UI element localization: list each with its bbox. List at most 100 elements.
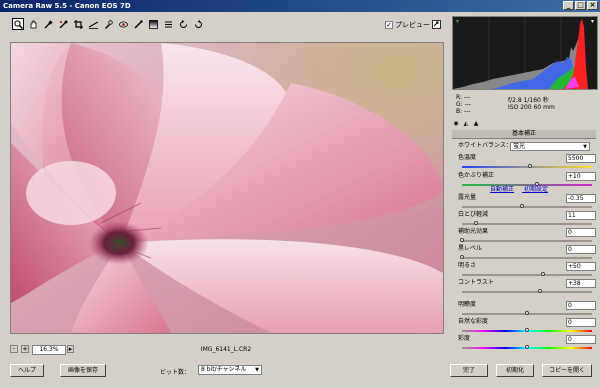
tab-basic-icon[interactable]: ◉ <box>452 120 460 128</box>
vibrance-slider-thumb[interactable] <box>525 328 529 332</box>
brightness-slider-thumb[interactable] <box>540 272 545 276</box>
depth-select[interactable]: 8 bit/チャンネル ▼ <box>198 365 262 375</box>
brightness-input[interactable]: +50 <box>566 262 596 271</box>
image-preview[interactable] <box>10 42 444 334</box>
blacks-label: 黒レベル <box>458 245 483 252</box>
tab-tone-curve-icon[interactable]: ◭ <box>462 120 470 128</box>
brightness-label: 明るさ <box>458 262 477 269</box>
depth-value: 8 bit/チャンネル <box>201 366 247 373</box>
clarity-slider-thumb[interactable] <box>525 311 529 315</box>
temp-slider[interactable] <box>462 164 592 168</box>
window-title: Camera Raw 5.5 - Canon EOS 7D <box>3 2 131 10</box>
auto-link[interactable]: 自動補正 <box>490 186 514 193</box>
file-name: IMG_6141_L.CR2 <box>200 346 252 353</box>
chevron-down-icon: ▼ <box>255 367 259 373</box>
recovery-slider[interactable] <box>462 221 592 225</box>
tint-label: 色かぶり補正 <box>458 172 495 179</box>
tint-input[interactable]: +10 <box>566 172 596 181</box>
recovery-input[interactable]: 11 <box>566 211 596 220</box>
panel-title: 基本補正 <box>452 130 596 139</box>
recovery-slider-thumb[interactable] <box>474 221 479 225</box>
blacks-input[interactable]: 0 <box>566 245 596 254</box>
maximize-button[interactable]: □ <box>575 1 586 10</box>
contrast-slider-thumb[interactable] <box>538 289 542 293</box>
fill-slider-thumb[interactable] <box>460 238 464 242</box>
iso-focal: ISO 200 60 mm <box>508 104 555 111</box>
temp-label: 色温度 <box>458 154 477 161</box>
contrast-input[interactable]: +38 <box>566 279 596 288</box>
help-button[interactable]: ヘルプ <box>10 364 44 377</box>
fill-label: 補助光効果 <box>458 228 489 235</box>
r-label: R: <box>456 94 463 101</box>
panel-tabs: ◉ ◭ ▲ <box>452 120 596 130</box>
open-copy-button[interactable]: コピーを開く <box>542 364 592 377</box>
vibrance-slider[interactable] <box>462 328 592 332</box>
adjustment-brush-icon[interactable] <box>132 18 144 30</box>
chevron-down-icon: ▼ <box>583 144 587 150</box>
wb-label: ホワイトバランス： <box>458 142 512 149</box>
exposure-input[interactable]: -0.35 <box>566 194 596 203</box>
wb-value: 蛍光 <box>513 143 526 150</box>
histogram <box>452 16 598 90</box>
rotate-ccw-icon[interactable] <box>177 18 189 30</box>
vibrance-input[interactable]: 0 <box>566 318 596 327</box>
aperture-shutter: f/2.8 1/160 秒 <box>508 97 549 104</box>
wb-select[interactable]: 蛍光 ▼ <box>510 142 590 151</box>
graduated-filter-icon[interactable] <box>147 18 159 30</box>
saturation-input[interactable]: 0 <box>566 335 596 344</box>
zoom-icon[interactable] <box>12 18 24 30</box>
default-link[interactable]: 初期設定 <box>524 186 548 193</box>
contrast-slider[interactable] <box>462 289 592 293</box>
eyedropper-icon[interactable] <box>42 18 54 30</box>
preview-label: プレビュー <box>395 21 430 29</box>
blacks-slider-thumb[interactable] <box>460 255 464 259</box>
right-panel: R: --- G: --- B: --- f/2.8 1/160 秒 ISO 2… <box>450 16 598 356</box>
clarity-label: 明瞭度 <box>458 301 477 308</box>
fullscreen-icon[interactable] <box>430 18 442 30</box>
exposure-slider-thumb[interactable] <box>519 204 524 208</box>
minimize-button[interactable]: _ <box>563 1 574 10</box>
preview-status-bar: - + 16.3% ▸ IMG_6141_L.CR2 <box>10 344 442 356</box>
fill-slider[interactable] <box>460 238 592 242</box>
vibrance-label: 自然な彩度 <box>458 318 489 325</box>
bottom-bar: ヘルプ 画像を保存 ビット数： 8 bit/チャンネル ▼ 完了 初期化 コピー… <box>0 360 600 388</box>
clarity-input[interactable]: 0 <box>566 301 596 310</box>
blacks-slider[interactable] <box>460 255 592 259</box>
saturation-label: 彩度 <box>458 335 471 342</box>
auto-links: 自動補正 初期設定 <box>490 184 556 193</box>
exposure-slider[interactable] <box>462 204 592 208</box>
done-button[interactable]: 完了 <box>450 364 488 377</box>
temp-input[interactable]: 5500 <box>566 154 596 163</box>
r-value: --- <box>463 94 471 101</box>
straighten-icon[interactable] <box>87 18 99 30</box>
temp-slider-thumb[interactable] <box>527 164 532 168</box>
hand-icon[interactable] <box>27 18 39 30</box>
color-sampler-icon[interactable] <box>57 18 69 30</box>
toolbar <box>0 16 448 32</box>
highlight-clipping-icon <box>591 20 594 23</box>
b-value: --- <box>464 108 471 115</box>
redeye-icon[interactable] <box>117 18 129 30</box>
g-value: --- <box>464 101 472 108</box>
saturation-slider[interactable] <box>462 345 592 349</box>
title-bar: Camera Raw 5.5 - Canon EOS 7D _ □ × <box>0 0 600 12</box>
preview-checkbox[interactable]: ✓ <box>385 21 393 29</box>
save-image-button[interactable]: 画像を保存 <box>60 364 106 377</box>
spot-removal-icon[interactable] <box>102 18 114 30</box>
saturation-slider-thumb[interactable] <box>525 345 529 349</box>
rotate-cw-icon[interactable] <box>192 18 204 30</box>
shadow-clipping-icon <box>456 20 459 23</box>
preview-toggle[interactable]: ✓ プレビュー <box>385 20 430 30</box>
close-button[interactable]: × <box>587 1 598 10</box>
depth-label: ビット数： <box>160 369 191 376</box>
reset-button[interactable]: 初期化 <box>496 364 534 377</box>
crop-icon[interactable] <box>72 18 84 30</box>
list-icon[interactable] <box>162 18 174 30</box>
clarity-slider[interactable] <box>462 311 592 315</box>
fill-input[interactable]: 0 <box>566 228 596 237</box>
contrast-label: コントラスト <box>458 279 494 286</box>
recovery-label: 白とび軽減 <box>458 211 489 218</box>
tab-detail-icon[interactable]: ▲ <box>472 120 480 128</box>
exposure-label: 露光量 <box>458 194 477 201</box>
brightness-slider[interactable] <box>462 272 592 276</box>
